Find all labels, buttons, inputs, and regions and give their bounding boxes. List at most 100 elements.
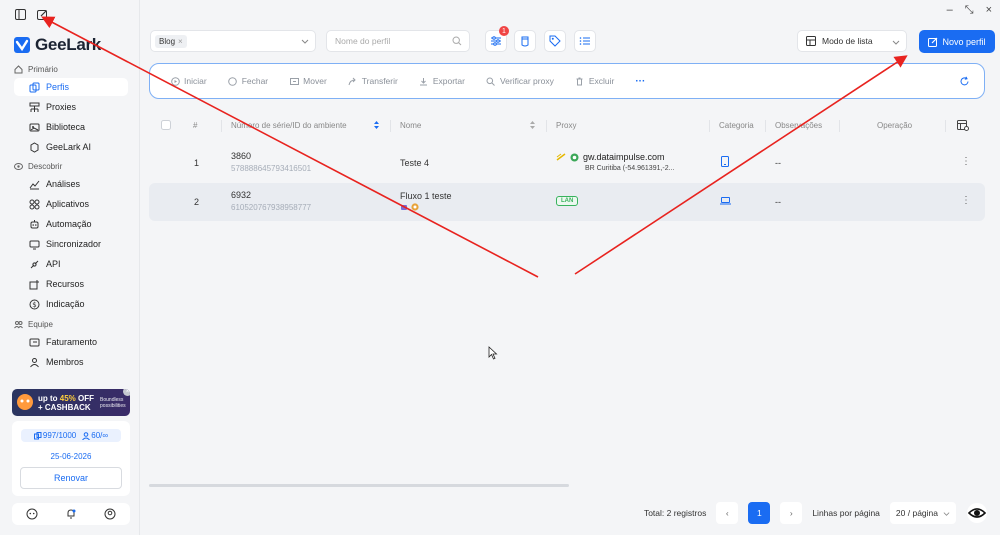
sidebar-item-proxies[interactable]: Proxies	[14, 98, 128, 116]
sidebar-item-synchronizer[interactable]: Sincronizador	[14, 235, 128, 253]
members-quota-icon	[82, 431, 91, 440]
col-category: Categoria	[719, 121, 754, 130]
refresh-icon[interactable]	[959, 76, 970, 87]
profile-name[interactable]: Teste 4	[400, 158, 429, 168]
minimize-icon[interactable]: –	[947, 4, 953, 17]
sidebar-item-library[interactable]: Biblioteca	[14, 118, 128, 136]
sidebar-toggle-icon[interactable]	[14, 8, 26, 20]
chevron-down-icon	[943, 511, 950, 516]
promo-character-icon	[17, 394, 33, 410]
sidebar-item-referral[interactable]: $ Indicação	[14, 295, 128, 313]
edit-icon[interactable]	[36, 8, 48, 20]
search-icon	[452, 36, 462, 46]
renew-button[interactable]: Renovar	[20, 467, 122, 489]
trash-icon	[575, 76, 585, 86]
apps-icon	[28, 198, 40, 210]
account-icon[interactable]	[104, 508, 116, 520]
sidebar-item-profiles[interactable]: Perfis	[14, 78, 128, 96]
next-page-button[interactable]: ›	[780, 502, 803, 524]
analytics-icon	[28, 178, 40, 190]
sidebar-item-resources[interactable]: Recursos	[14, 275, 128, 293]
stop-icon	[228, 76, 238, 86]
api-icon	[28, 258, 40, 270]
table-row[interactable]: 2 6932 610520767938958777 Fluxo 1 teste …	[149, 183, 985, 221]
tags-button[interactable]	[544, 30, 566, 52]
list-icon	[579, 37, 590, 45]
filter-button[interactable]: 1	[485, 26, 509, 52]
start-action[interactable]: Iniciar	[170, 76, 207, 86]
close-action[interactable]: Fechar	[228, 76, 268, 86]
promo-banner[interactable]: up to 45% OFF + CASHBACK Boundless possi…	[12, 389, 130, 416]
move-icon	[289, 76, 299, 86]
notification-bell-icon[interactable]	[65, 508, 77, 520]
profile-search-input[interactable]: Nome do perfil	[326, 30, 470, 52]
play-icon	[170, 76, 180, 86]
chrome-browser-icon	[411, 203, 419, 211]
proxies-icon	[28, 101, 40, 113]
account-card: 997/1000 60/∞ 25-06-2026 Renovar	[12, 421, 130, 496]
notes-value: --	[775, 158, 781, 168]
verify-search-icon	[486, 76, 496, 86]
restore-icon[interactable]: ⤡	[965, 4, 974, 17]
proxy-cell: gw.dataimpulse.com BR Curitiba (-54.9613…	[556, 152, 675, 172]
chrome-browser-icon	[570, 153, 579, 161]
sidebar-item-automation[interactable]: Automação	[14, 215, 128, 233]
verify-proxy-action[interactable]: Verificar proxy	[486, 76, 554, 86]
close-icon[interactable]: ×	[986, 4, 992, 17]
column-settings-icon[interactable]	[957, 120, 969, 131]
proxy-lan-tag: LAN	[556, 196, 579, 206]
delete-action[interactable]: Excluir	[575, 76, 614, 86]
new-profile-icon	[928, 37, 938, 47]
sort-icon[interactable]	[529, 120, 536, 130]
transfer-action[interactable]: Transferir	[348, 76, 398, 86]
chevron-down-icon	[301, 39, 309, 44]
col-notes: Observações	[775, 121, 823, 130]
promo-close-icon[interactable]: ×	[123, 389, 130, 396]
sort-icon[interactable]	[373, 120, 380, 130]
table-row[interactable]: 1 3860 578888645793416501 Teste 4 gw.dat…	[149, 144, 985, 182]
group-chip[interactable]: Blog ×	[155, 34, 187, 48]
billing-icon	[28, 336, 40, 348]
sidebar-footer	[12, 503, 130, 525]
row-menu-icon[interactable]: ⋮	[961, 195, 971, 206]
col-operation: Operação	[877, 121, 913, 130]
sidebar-item-members[interactable]: Membros	[14, 353, 128, 371]
sidebar-item-geelark-ai[interactable]: GeeLark AI	[14, 138, 128, 156]
sidebar-item-api[interactable]: API	[14, 255, 128, 273]
rows-per-page-select[interactable]: 20 / página	[889, 502, 956, 524]
profiles-icon	[28, 81, 40, 93]
profile-name-cell[interactable]: Fluxo 1 teste	[400, 191, 452, 211]
sidebar-top-controls	[14, 8, 48, 20]
bookmark-button[interactable]	[514, 30, 536, 52]
support-icon[interactable]	[26, 508, 38, 520]
profiles-table: # Número de série/ID do ambiente Nome Pr…	[149, 112, 985, 221]
prev-page-button[interactable]: ‹	[716, 502, 739, 524]
list-button[interactable]	[574, 30, 596, 52]
chip-remove-icon: ×	[178, 36, 183, 46]
export-action[interactable]: Exportar	[419, 76, 465, 86]
sidebar-item-label: Perfis	[46, 82, 70, 92]
members-icon	[28, 356, 40, 368]
view-mode-select[interactable]: Modo de lista	[797, 30, 907, 52]
home-icon	[14, 65, 23, 74]
proxy-signal-icon	[556, 153, 566, 161]
select-all-checkbox[interactable]	[161, 120, 171, 130]
col-name[interactable]: Nome	[400, 121, 421, 130]
quota-badge: 997/1000 60/∞	[21, 429, 121, 442]
phone-device-icon	[721, 156, 729, 167]
move-action[interactable]: Mover	[289, 76, 327, 86]
row-menu-icon[interactable]: ⋮	[961, 156, 971, 167]
current-page-button[interactable]: 1	[748, 502, 771, 524]
col-serial[interactable]: Número de série/ID do ambiente	[231, 121, 347, 130]
new-profile-button[interactable]: Novo perfil	[919, 30, 995, 53]
assistant-eye-icon[interactable]	[966, 502, 988, 524]
sidebar-item-billing[interactable]: Faturamento	[14, 333, 128, 351]
more-actions-button[interactable]: ···	[635, 76, 645, 87]
laptop-device-icon	[720, 197, 731, 205]
sidebar-item-analytics[interactable]: Análises	[14, 175, 128, 193]
col-proxy: Proxy	[556, 121, 577, 130]
horizontal-scrollbar[interactable]	[149, 484, 569, 487]
ai-icon	[28, 141, 40, 153]
sidebar-item-apps[interactable]: Aplicativos	[14, 195, 128, 213]
group-select[interactable]: Blog ×	[150, 30, 316, 52]
